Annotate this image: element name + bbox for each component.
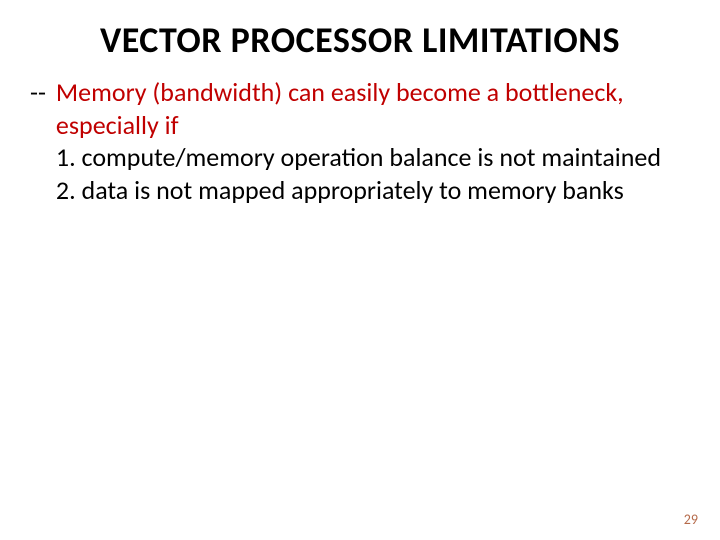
- slide-title: VECTOR PROCESSOR LIMITATIONS: [28, 18, 692, 62]
- body-area: -- Memory (bandwidth) can easily become …: [28, 76, 692, 206]
- bullet-marker: --: [28, 76, 56, 206]
- sub-points: 1. compute/memory operation balance is n…: [56, 141, 692, 206]
- page-number: 29: [684, 511, 698, 528]
- sub-point-2: 2. data is not mapped appropriately to m…: [56, 174, 692, 207]
- lead-line: -- Memory (bandwidth) can easily become …: [28, 76, 692, 206]
- sub-point-1: 1. compute/memory operation balance is n…: [56, 141, 692, 174]
- slide: VECTOR PROCESSOR LIMITATIONS -- Memory (…: [0, 0, 720, 540]
- lead-text: Memory (bandwidth) can easily become a b…: [56, 76, 624, 141]
